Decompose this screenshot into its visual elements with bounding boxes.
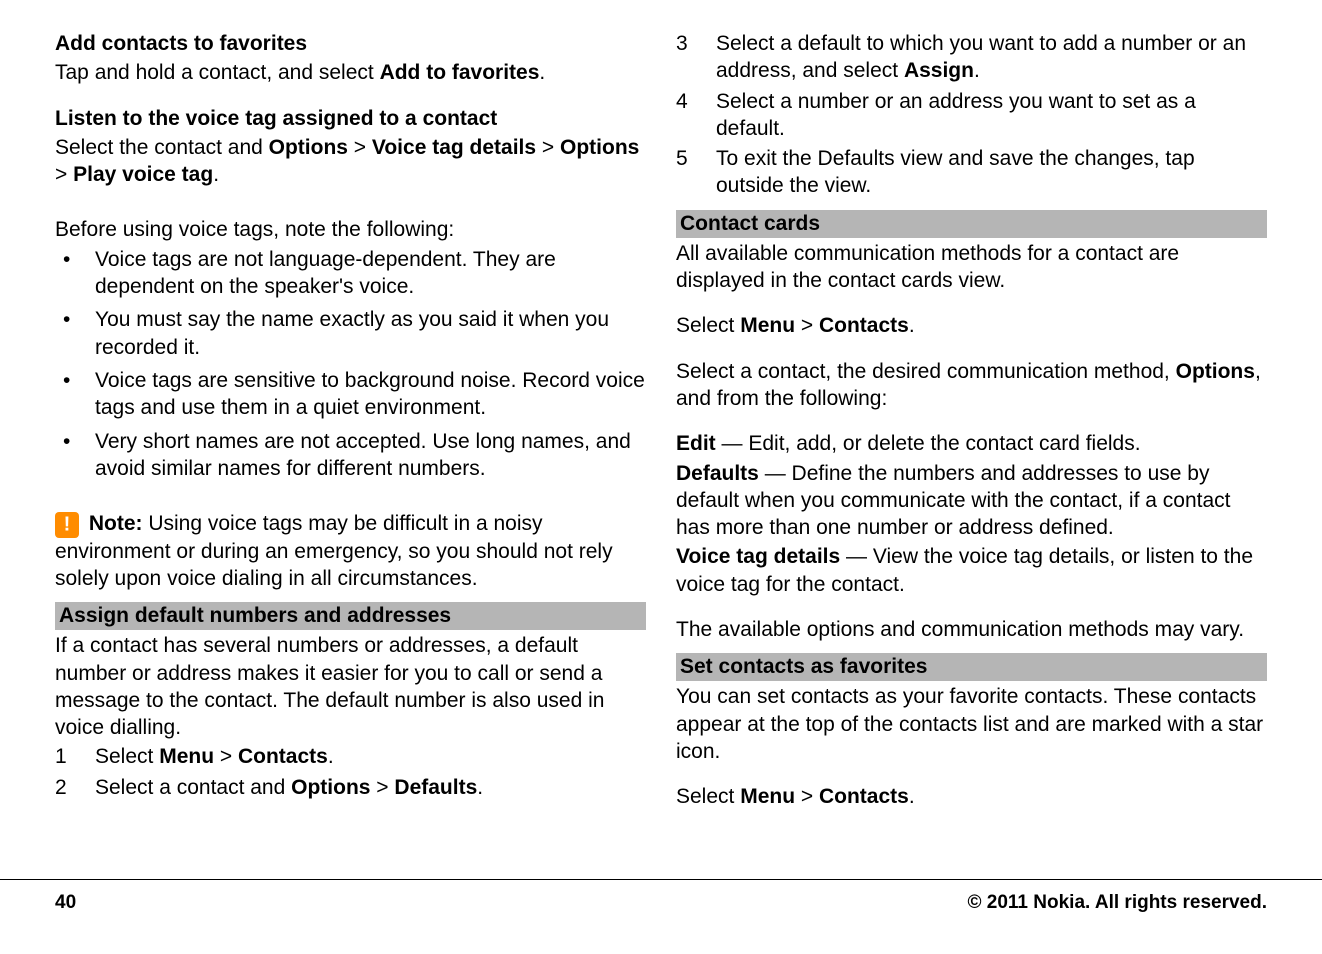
- set-favorites-select: Select Menu > Contacts.: [676, 783, 1267, 810]
- contact-cards-outro: The available options and communication …: [676, 616, 1267, 643]
- note-label: Note:: [89, 512, 143, 535]
- text-part: >: [214, 745, 238, 768]
- text-part: .: [539, 61, 545, 84]
- bold-term: Contacts: [819, 785, 909, 808]
- bold-term: Edit: [676, 432, 716, 455]
- text-part: >: [370, 776, 394, 799]
- text-part: Select the contact and: [55, 136, 269, 159]
- voice-tag-bullets: Voice tags are not language-dependent. T…: [55, 246, 646, 482]
- assign-defaults-steps: 1 Select Menu > Contacts. 2 Select a conta…: [55, 743, 646, 801]
- text-part: Select a number or an address you want t…: [716, 90, 1196, 140]
- step-5: 5 To exit the Defaults view and save the …: [676, 145, 1267, 200]
- heading-assign-defaults: Assign default numbers and addresses: [55, 602, 646, 630]
- assign-defaults-steps-cont: 3 Select a default to which you want to a…: [676, 30, 1267, 200]
- option-voice-tag-details: Voice tag details — View the voice tag d…: [676, 543, 1267, 598]
- bold-term: Options: [291, 776, 370, 799]
- text-part: Select: [676, 314, 740, 337]
- step-num: 5: [676, 145, 706, 172]
- text-part: Select a default to which you want to ad…: [716, 32, 1246, 82]
- text-part: >: [55, 163, 73, 186]
- option-defaults: Defaults — Define the numbers and addres…: [676, 460, 1267, 542]
- bullet-item: You must say the name exactly as you sai…: [55, 306, 646, 361]
- voice-tag-intro: Before using voice tags, note the follow…: [55, 216, 646, 243]
- bold-term: Menu: [740, 785, 795, 808]
- right-column: 3 Select a default to which you want to a…: [676, 30, 1267, 870]
- text-part: To exit the Defaults view and save the c…: [716, 147, 1195, 197]
- warning-icon: [55, 512, 79, 538]
- contact-cards-select2: Select a contact, the desired communicat…: [676, 358, 1267, 413]
- copyright-text: © 2011 Nokia. All rights reserved.: [968, 892, 1268, 914]
- bold-term: Defaults: [676, 462, 759, 485]
- left-column: Add contacts to favorites Tap and hold a…: [55, 30, 646, 870]
- set-favorites-intro: You can set contacts as your favorite co…: [676, 683, 1267, 765]
- page-number: 40: [55, 892, 76, 914]
- bold-term: Options: [269, 136, 348, 159]
- step-num: 3: [676, 30, 706, 57]
- step-2: 2 Select a contact and Options > Defaults…: [55, 774, 646, 801]
- option-edit: Edit — Edit, add, or delete the contact …: [676, 430, 1267, 457]
- assign-defaults-intro: If a contact has several numbers or addr…: [55, 632, 646, 741]
- note-block: Note: Using voice tags may be difficult …: [55, 510, 646, 592]
- page-content: Add contacts to favorites Tap and hold a…: [0, 0, 1322, 870]
- step-3: 3 Select a default to which you want to a…: [676, 30, 1267, 85]
- text-part: Select: [676, 785, 740, 808]
- bullet-item: Voice tags are not language-dependent. T…: [55, 246, 646, 301]
- text-part: >: [348, 136, 372, 159]
- text-voice-tag: Select the contact and Options > Voice t…: [55, 134, 646, 189]
- text-part: .: [974, 59, 980, 82]
- bold-term: Add to favorites: [380, 61, 540, 84]
- contact-cards-intro: All available communication methods for …: [676, 240, 1267, 295]
- text-part: — Define the numbers and addresses to us…: [676, 462, 1230, 540]
- bold-term: Contacts: [238, 745, 328, 768]
- bold-term: Voice tag details: [372, 136, 536, 159]
- text-part: Select a contact, the desired communicat…: [676, 360, 1176, 383]
- text-part: .: [328, 745, 334, 768]
- bold-term: Menu: [740, 314, 795, 337]
- bullet-item: Voice tags are sensitive to background n…: [55, 367, 646, 422]
- contact-cards-select: Select Menu > Contacts.: [676, 312, 1267, 339]
- bold-term: Menu: [159, 745, 214, 768]
- text-part: Select: [95, 745, 159, 768]
- text-part: .: [213, 163, 219, 186]
- bold-term: Assign: [904, 59, 974, 82]
- step-num: 2: [55, 774, 85, 801]
- bold-term: Options: [1176, 360, 1255, 383]
- heading-set-favorites: Set contacts as favorites: [676, 653, 1267, 681]
- page-footer: 40 © 2011 Nokia. All rights reserved.: [0, 879, 1322, 954]
- bold-term: Options: [560, 136, 639, 159]
- text-part: — Edit, add, or delete the contact card …: [716, 432, 1141, 455]
- bold-term: Voice tag details: [676, 545, 840, 568]
- text-part: Select a contact and: [95, 776, 291, 799]
- bold-term: Play voice tag: [73, 163, 213, 186]
- bold-term: Contacts: [819, 314, 909, 337]
- step-4: 4 Select a number or an address you want …: [676, 88, 1267, 143]
- bullet-item: Very short names are not accepted. Use l…: [55, 428, 646, 483]
- bold-term: Defaults: [394, 776, 477, 799]
- heading-contact-cards: Contact cards: [676, 210, 1267, 238]
- text-part: >: [536, 136, 560, 159]
- text-part: >: [795, 314, 819, 337]
- text-part: .: [909, 785, 915, 808]
- text-part: >: [795, 785, 819, 808]
- heading-voice-tag: Listen to the voice tag assigned to a co…: [55, 105, 646, 132]
- text-part: .: [477, 776, 483, 799]
- step-num: 1: [55, 743, 85, 770]
- heading-add-favorites: Add contacts to favorites: [55, 30, 646, 57]
- text-part: .: [909, 314, 915, 337]
- text-add-favorites: Tap and hold a contact, and select Add t…: [55, 59, 646, 86]
- step-num: 4: [676, 88, 706, 115]
- step-1: 1 Select Menu > Contacts.: [55, 743, 646, 770]
- text-part: Tap and hold a contact, and select: [55, 61, 380, 84]
